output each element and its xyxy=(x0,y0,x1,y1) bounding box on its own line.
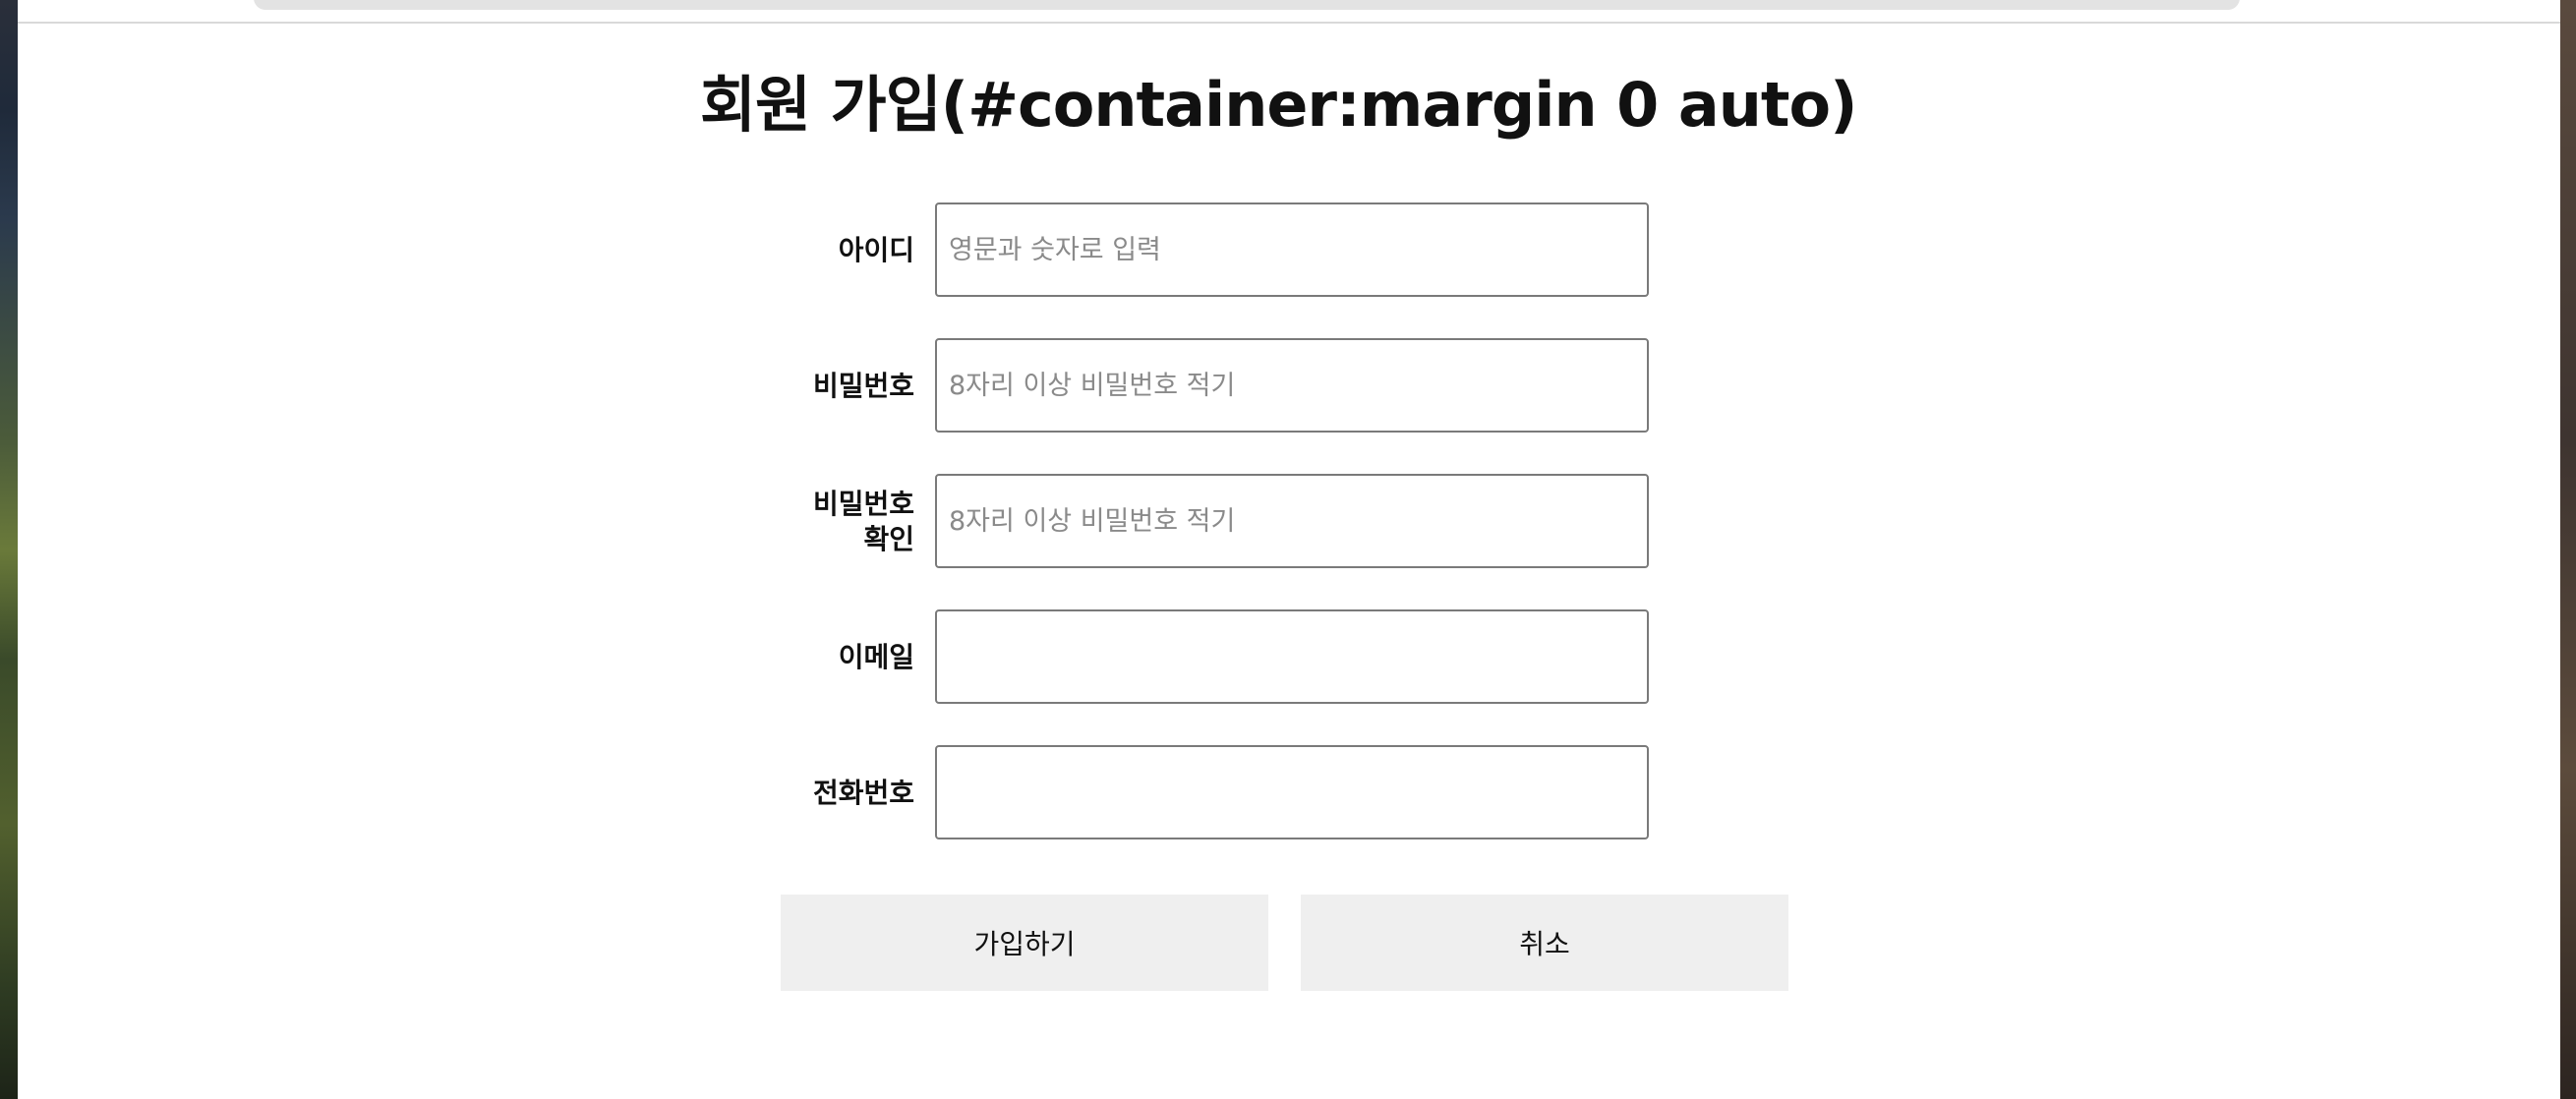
form-row-id: 아이디 xyxy=(18,202,2560,299)
address-bar[interactable] xyxy=(254,0,2240,10)
form-row-password-confirm: 비밀번호 확인 xyxy=(18,474,2560,570)
desktop-background-left xyxy=(0,0,18,1099)
page-title: 회원 가입(#container:margin 0 auto) xyxy=(700,69,1857,141)
form-row-password: 비밀번호 xyxy=(18,338,2560,434)
cancel-button[interactable]: 취소 xyxy=(1301,895,1788,991)
browser-window: 회원 가입(#container:margin 0 auto) 아이디 비밀번호… xyxy=(18,0,2560,1099)
id-input[interactable] xyxy=(935,202,1649,297)
id-label: 아이디 xyxy=(838,234,914,266)
password-confirm-label: 비밀번호 확인 xyxy=(812,488,914,555)
email-input[interactable] xyxy=(935,609,1649,704)
phone-input[interactable] xyxy=(935,745,1649,839)
signup-button[interactable]: 가입하기 xyxy=(781,895,1268,991)
browser-toolbar xyxy=(18,0,2560,24)
form-row-phone: 전화번호 xyxy=(18,745,2560,841)
phone-label: 전화번호 xyxy=(812,777,914,809)
password-label: 비밀번호 xyxy=(812,370,914,402)
desktop-background-right xyxy=(2560,0,2576,1099)
password-confirm-input[interactable] xyxy=(935,474,1649,568)
form-row-email: 이메일 xyxy=(18,609,2560,706)
email-label: 이메일 xyxy=(838,641,914,673)
password-input[interactable] xyxy=(935,338,1649,433)
